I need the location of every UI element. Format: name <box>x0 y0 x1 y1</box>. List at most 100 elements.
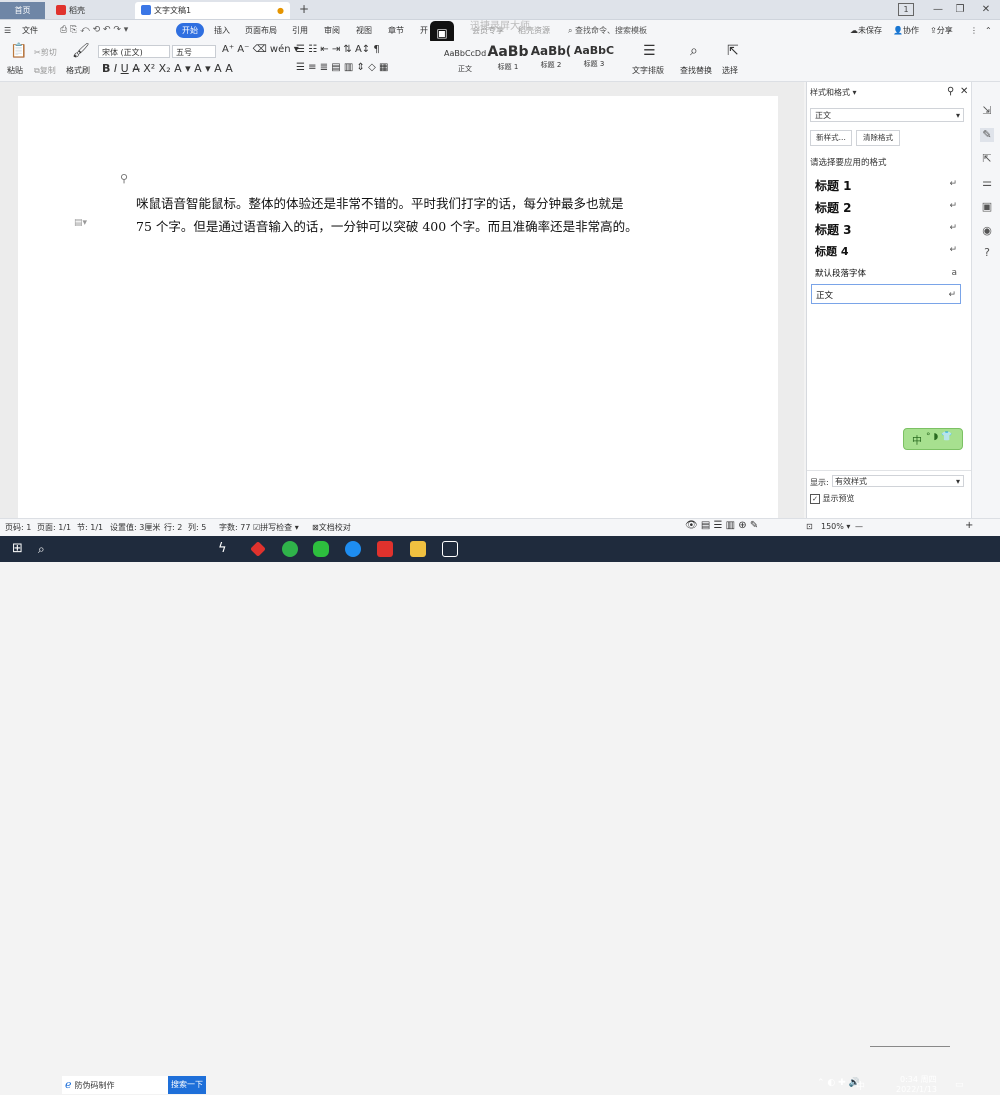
search-input[interactable]: ⌕ 查找命令、搜索模板 <box>568 23 647 38</box>
pin-panel-icon[interactable]: ⚲ <box>947 86 954 97</box>
folder-icon[interactable] <box>410 541 426 557</box>
style-item-normal[interactable]: 正文 ↵ <box>811 284 961 304</box>
style-item-default-font[interactable]: 默认段落字体 a <box>811 263 961 283</box>
zoom-level[interactable]: 150% ▾ <box>821 522 850 531</box>
paragraph-handle-icon[interactable]: ▤▾ <box>74 218 87 228</box>
close-panel-icon[interactable]: ✕ <box>960 86 968 97</box>
paste-icon[interactable]: 📋 <box>10 43 27 59</box>
new-style-button[interactable]: 新样式... <box>810 130 852 146</box>
panel-collapse-icon[interactable]: ⇲ <box>980 104 994 118</box>
quick-access-icons[interactable]: ⎙ ⎘ ⤺ ⟲ ↶ ↷ ▾ <box>60 23 128 38</box>
hamburger-icon[interactable]: ☰ <box>4 23 11 38</box>
collab-button[interactable]: 👤协作 <box>893 23 919 38</box>
notification-icon[interactable]: ▭ <box>955 1080 964 1090</box>
ime-tools-icon[interactable]: ° ◗ 👕 <box>926 432 952 442</box>
windows-start-icon[interactable]: ⊞ <box>12 541 28 557</box>
minimize-button[interactable]: — <box>930 2 946 17</box>
alignment-icons[interactable]: ☰ ≡ ≣ ▤ ▥ ⇕ ◇ ▦ <box>296 62 388 73</box>
current-style-select[interactable]: 正文 ▾ <box>810 108 964 122</box>
search-icon[interactable]: ⌕ <box>38 541 54 557</box>
clock-date[interactable]: 2022/1/13 <box>896 1085 937 1094</box>
wps-icon[interactable] <box>377 541 393 557</box>
find-icon[interactable]: ⌕ <box>690 43 698 59</box>
share-button[interactable]: ⇪分享 <box>930 23 953 38</box>
copy-button[interactable]: ⧉复制 <box>34 65 56 76</box>
style-heading-3[interactable]: AaBbC 标题 3 <box>573 44 615 78</box>
document-page[interactable] <box>18 96 778 518</box>
tab-daoke[interactable]: 稻壳 <box>50 2 132 19</box>
close-button[interactable]: ✕ <box>978 2 994 17</box>
select-button[interactable]: 选择 <box>722 65 738 76</box>
style-heading-1[interactable]: AaBb 标题 1 <box>487 44 529 78</box>
clear-format-button[interactable]: 清除格式 <box>856 130 900 146</box>
unsaved-button[interactable]: ☁未保存 <box>850 23 882 38</box>
menu-insert[interactable]: 插入 <box>214 23 230 38</box>
taskbar-search-button[interactable]: 搜索一下 <box>168 1076 206 1094</box>
location-icon[interactable]: ◉ <box>980 224 994 238</box>
document-line-2[interactable]: 75 个字。但是通过语音输入的话，一分钟可以突破 400 个字。而且准确率还是非… <box>136 216 638 235</box>
adjust-icon[interactable]: ⚌ <box>980 176 994 190</box>
menu-chapter[interactable]: 章节 <box>388 23 404 38</box>
zoom-slider[interactable] <box>870 1046 950 1047</box>
ime-floating-bar[interactable]: 中 ° ◗ 👕 <box>903 428 963 450</box>
menu-dev[interactable]: 开 <box>420 23 428 38</box>
image-icon[interactable]: ▣ <box>980 200 994 214</box>
style-item-heading-2[interactable]: 标题 2 ↵ <box>811 196 961 216</box>
menu-reference[interactable]: 引用 <box>292 23 308 38</box>
proofread-button[interactable]: ⊠文档校对 <box>312 522 351 533</box>
format-painter-icon[interactable]: 🖌 <box>72 43 90 59</box>
font-size-select[interactable]: 五号 <box>172 45 216 58</box>
zoom-out-button[interactable]: — <box>855 522 863 531</box>
app-icon-1[interactable]: ϟ <box>218 541 234 557</box>
style-item-heading-4[interactable]: 标题 4 ↵ <box>811 240 961 260</box>
style-normal[interactable]: AaBbCcDd 正文 <box>444 44 486 78</box>
maximize-button[interactable]: ❐ <box>952 2 968 17</box>
style-heading-2[interactable]: AaBb(标题 2 <box>530 44 572 78</box>
tab-document[interactable]: 文字文稿1 ● <box>135 2 290 19</box>
style-pen-icon[interactable]: ✎ <box>980 128 994 142</box>
more-icon[interactable]: ⋮ <box>970 23 978 38</box>
style-item-heading-1[interactable]: 标题 1 ↵ <box>811 174 961 194</box>
format-painter-button[interactable]: 格式刷 <box>66 65 90 76</box>
font-size-controls-icon[interactable]: A⁺ A⁻ ⌫ wén ▾ <box>222 44 299 55</box>
wechat-icon[interactable] <box>313 541 329 557</box>
app-icon-3[interactable] <box>282 541 298 557</box>
style-item-heading-3[interactable]: 标题 3 ↵ <box>811 218 961 238</box>
page-count-badge[interactable]: 1 <box>898 3 914 16</box>
fit-icon[interactable]: ⊡ <box>806 522 813 531</box>
font-style-icons[interactable]: B I U A̶ X² X₂ A ▾ A ▾ A A <box>102 62 233 75</box>
tab-home[interactable]: 首页 <box>0 2 45 19</box>
cursor-icon[interactable]: ⇱ <box>980 152 994 166</box>
video-icon[interactable] <box>442 541 458 557</box>
app-icon-2[interactable] <box>250 541 266 557</box>
document-line-1[interactable]: 咪鼠语音智能鼠标。整体的体验还是非常不错的。平时我们打字的话，每分钟最多也就是 <box>136 193 624 212</box>
menu-page-layout[interactable]: 页面布局 <box>245 23 277 38</box>
menu-review[interactable]: 审阅 <box>324 23 340 38</box>
taskbar-search-input[interactable]: ℯ 防伪码制作 <box>62 1076 168 1094</box>
list-format-icons[interactable]: ☰ ☷ ⇤ ⇥ ⇅ A↕ ¶ <box>296 44 380 55</box>
collapse-ribbon-icon[interactable]: ⌃ <box>985 23 992 38</box>
text-layout-icon[interactable]: ☰ <box>643 43 656 59</box>
preview-checkbox[interactable]: ✓ 显示预览 <box>810 493 855 504</box>
text-layout-button[interactable]: 文字排版 <box>632 65 664 76</box>
menu-start[interactable]: 开始 <box>176 23 204 38</box>
paste-button[interactable]: 粘贴 <box>7 65 23 76</box>
new-tab-button[interactable]: + <box>296 2 312 17</box>
status-word-count[interactable]: 字数: 77 <box>219 522 250 533</box>
select-cursor-icon[interactable]: ⇱ <box>727 43 739 59</box>
font-name-select[interactable]: 宋体 (正文) <box>98 45 170 58</box>
help-icon[interactable]: ? <box>980 246 994 260</box>
cut-button[interactable]: ✂剪切 <box>34 47 57 58</box>
pin-icon[interactable]: ⚲ <box>120 172 128 185</box>
spell-check-button[interactable]: ☑拼写检查 ▾ <box>253 522 299 533</box>
view-mode-icons[interactable]: 👁 ▤ ☰ ▥ ⊕ ✎ <box>685 520 758 531</box>
tray-icons[interactable]: ⌃ ◐ ✚ 🔊 <box>817 1078 860 1088</box>
zoom-in-button[interactable]: + <box>965 520 973 531</box>
menu-view[interactable]: 视图 <box>356 23 372 38</box>
file-menu[interactable]: 文件 <box>22 23 38 38</box>
find-replace-button[interactable]: 查找替换 <box>680 65 712 76</box>
clock-time[interactable]: 0:34 周四 <box>900 1074 937 1085</box>
browser-icon[interactable] <box>345 541 361 557</box>
input-language[interactable]: 中 <box>856 1079 865 1092</box>
show-filter-select[interactable]: 有效样式 ▾ <box>832 475 964 487</box>
